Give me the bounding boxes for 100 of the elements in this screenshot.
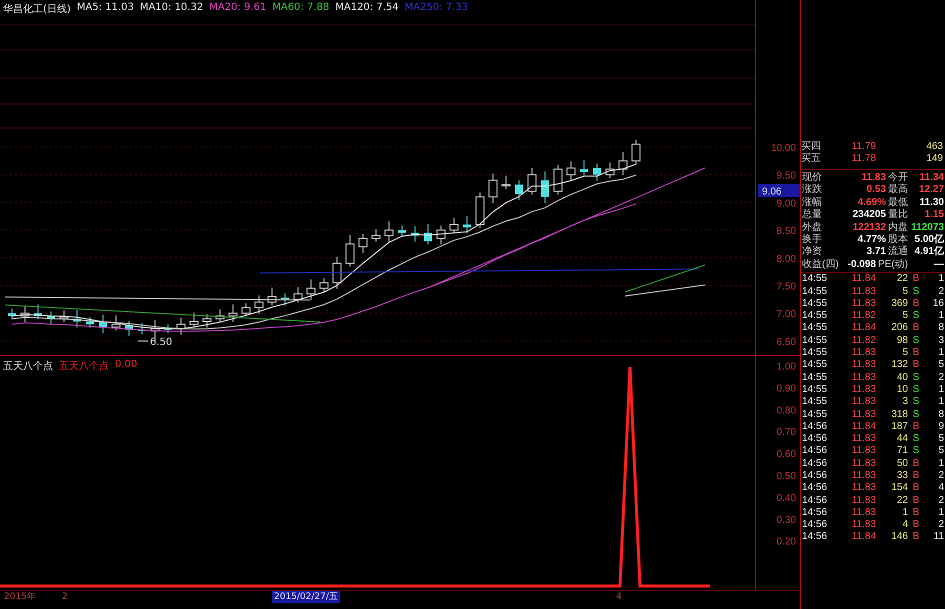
trade-volume: 22 [896,273,908,286]
order-book-price: 11.79 [850,141,876,153]
candlestick [593,163,601,182]
candlestick [332,256,342,290]
candlestick [34,304,42,320]
trade-time: 14:56 [802,494,828,507]
stat-value: 11.34 [918,172,944,184]
trade-count: 2 [937,470,944,482]
candlestick [176,317,186,336]
time-axis-label: 2 [62,591,68,603]
trade-side: B [912,531,920,544]
candlestick [281,292,289,306]
trade-side: B [912,482,920,495]
candlestick [86,316,94,328]
trade-price: 11.83 [850,519,876,532]
trade-side: B [912,273,920,286]
stat-label: 量比 [888,209,908,222]
candlestick [254,294,264,314]
trade-side: S [912,384,920,396]
stat-label: 流通 [888,246,908,259]
stat-value: 234205 [852,209,886,222]
stat-value: 3.71 [866,246,886,259]
candlestick [60,310,68,323]
trade-side: B [912,519,920,532]
stat-value: 4.77% [856,234,886,246]
cursor-date-label: 2015/02/27/五 [272,591,340,603]
order-book-label: 买四 [801,141,822,153]
trade-volume: 22 [896,494,908,507]
axis-tick-label: 0.70 [776,427,796,438]
trade-volume: 44 [896,433,908,446]
price-tag: 9.06 [758,184,800,198]
price-tick-label: 7.50 [776,282,796,292]
trade-count: 3 [937,334,944,348]
trade-time: 14:55 [802,273,828,286]
trade-count: 1 [937,347,944,360]
stat-value: 112073 [910,222,944,234]
indicator-series-name: 五天八个点 [59,360,109,373]
trade-volume: 146 [890,531,908,544]
trade-count: 1 [937,396,944,409]
stat-label: 涨跌 [802,184,822,196]
axis-tick-label: 0.60 [776,449,796,460]
trade-time: 14:55 [802,396,828,409]
candlestick [216,308,224,323]
moving-average-value: MA20: 9.61 [209,2,266,15]
trade-volume: 206 [890,322,908,335]
stat-value: 0.53 [866,184,886,197]
candlestick [554,164,562,196]
candlestick [20,306,30,323]
stat-value: 1.15 [924,209,944,222]
trade-price: 11.83 [850,408,876,421]
trade-price: 11.83 [850,347,876,360]
stat-value: 4.91亿 [914,246,944,259]
candlestick [632,139,640,165]
trade-side: B [912,298,920,310]
candlestick [566,160,576,182]
trade-count: 8 [937,408,944,421]
trade-count: 2 [937,372,944,384]
trade-price: 11.83 [850,470,876,482]
stat-value: — [933,258,944,272]
trade-count: 16 [932,298,944,310]
axis-tick-label: 0.20 [776,536,796,548]
stat-label: 现价 [802,172,822,184]
trade-side: S [912,310,920,322]
candlestick [436,225,446,245]
trade-volume: 154 [890,482,908,495]
trade-side: B [912,470,920,482]
trade-count: 5 [937,433,944,446]
candlestick [346,234,354,268]
trade-time: 14:55 [802,286,828,298]
trade-time: 14:56 [802,519,828,532]
trade-volume: 369 [890,298,908,310]
candlestick [358,233,368,254]
candlestick [8,308,16,320]
trade-price: 11.84 [850,273,876,286]
trade-side: S [912,408,920,421]
stat-value: 12.27 [918,184,944,197]
time-axis-label: 2015年 [4,591,36,603]
trade-volume: 3 [901,396,908,409]
trade-count: 1 [937,273,944,286]
trade-side: S [912,433,920,446]
trade-volume: 4 [901,519,908,532]
trade-price: 11.83 [850,384,876,396]
trade-time: 14:56 [802,531,828,544]
price-tick-label: 8.00 [776,254,796,265]
trade-time: 14:56 [802,482,828,495]
trade-side: B [912,347,920,360]
candlestick [580,160,588,176]
trade-time: 14:55 [802,384,828,396]
trade-count: 1 [937,310,944,322]
price-tick-label: 9.50 [776,170,796,182]
trade-side: S [912,445,920,458]
moving-average-value: MA5: 11.03 [76,2,134,15]
price-tick-label: 8.50 [776,226,796,238]
stat-value: 4.69% [856,196,886,210]
stat-value: 11.83 [860,172,886,184]
price-tick-label: 7.00 [776,309,796,320]
trade-time: 14:55 [802,359,828,372]
trade-volume: 50 [896,458,908,470]
trade-time: 14:55 [802,372,828,384]
trade-volume: 98 [896,334,908,348]
